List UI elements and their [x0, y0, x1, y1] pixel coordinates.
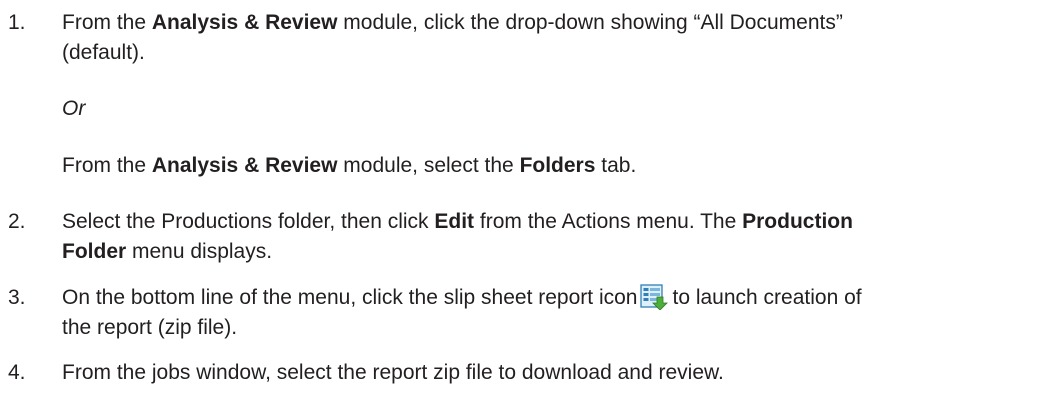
slip-sheet-report-icon — [640, 284, 669, 310]
step-text-line: Folder menu displays. — [62, 237, 1037, 267]
text-span: module, click the drop-down showing “All… — [337, 11, 843, 34]
module-name: Analysis & Review — [151, 11, 338, 34]
step-text-line: the report (zip file). — [62, 316, 238, 339]
step-number: 1. — [8, 11, 26, 34]
step-body: Select the Productions folder, then clic… — [62, 207, 1037, 267]
instruction-list: 1. From the Analysis & Review module, cl… — [0, 0, 1044, 396]
step-body: On the bottom line of the menu, click th… — [62, 283, 1037, 343]
text-span: to launch creation of — [672, 286, 862, 309]
text-span: On the bottom line of the menu, click th… — [62, 286, 638, 309]
text-span: tab. — [595, 154, 637, 177]
step-number: 4. — [8, 361, 26, 384]
text-span: from the Actions menu. The — [474, 210, 743, 233]
menu-item-name: Edit — [434, 210, 475, 233]
menu-name: Folder — [62, 240, 127, 263]
step-text-line: From the Analysis & Review module, click… — [62, 8, 1037, 38]
step-text-line: (default). — [62, 41, 145, 64]
step-body: From the jobs window, select the report … — [62, 358, 1037, 388]
step-text-line: On the bottom line of the menu, click th… — [62, 283, 1037, 313]
step-text-line: From the jobs window, select the report … — [62, 361, 724, 384]
text-span: module, select the — [337, 154, 520, 177]
or-label: Or — [62, 97, 86, 120]
step-number: 2. — [8, 210, 26, 233]
text-span: Select the Productions folder, then clic… — [62, 210, 435, 233]
tab-name: Folders — [519, 154, 596, 177]
text-span: menu displays. — [126, 240, 273, 263]
step-body: From the Analysis & Review module, click… — [62, 8, 1037, 68]
text-span: From the — [62, 11, 152, 34]
step-text-line: Select the Productions folder, then clic… — [62, 207, 1037, 237]
step-number: 3. — [8, 286, 26, 309]
step-text-line: From the Analysis & Review module, selec… — [62, 151, 1037, 181]
text-span: From the — [62, 154, 152, 177]
menu-name: Production — [742, 210, 853, 233]
module-name: Analysis & Review — [151, 154, 338, 177]
